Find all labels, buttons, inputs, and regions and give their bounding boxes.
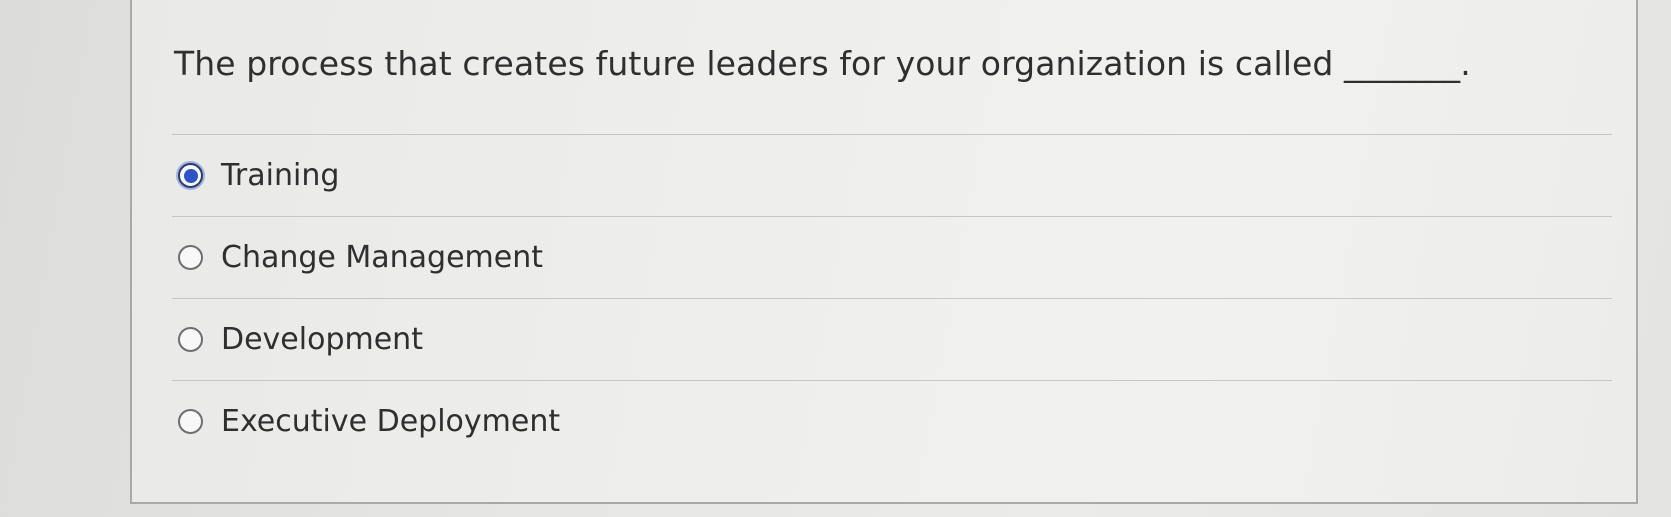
option-label: Development [221, 322, 423, 357]
question-text: The process that creates future leaders … [174, 44, 1471, 83]
answer-options: Training Change Management Development E… [172, 134, 1612, 462]
radio-dot-icon [183, 168, 198, 183]
option-label: Executive Deployment [221, 404, 561, 439]
option-change-management[interactable]: Change Management [172, 217, 1612, 298]
radio-selected-icon[interactable] [178, 163, 203, 188]
radio-unselected-icon[interactable] [178, 409, 203, 434]
question-card: The process that creates future leaders … [130, 0, 1638, 504]
radio-unselected-icon[interactable] [178, 245, 203, 270]
radio-unselected-icon[interactable] [178, 327, 203, 352]
option-label: Training [221, 158, 340, 193]
option-development[interactable]: Development [172, 299, 1612, 380]
option-executive-deployment[interactable]: Executive Deployment [172, 381, 1612, 462]
option-training[interactable]: Training [172, 135, 1612, 216]
option-label: Change Management [221, 240, 544, 275]
